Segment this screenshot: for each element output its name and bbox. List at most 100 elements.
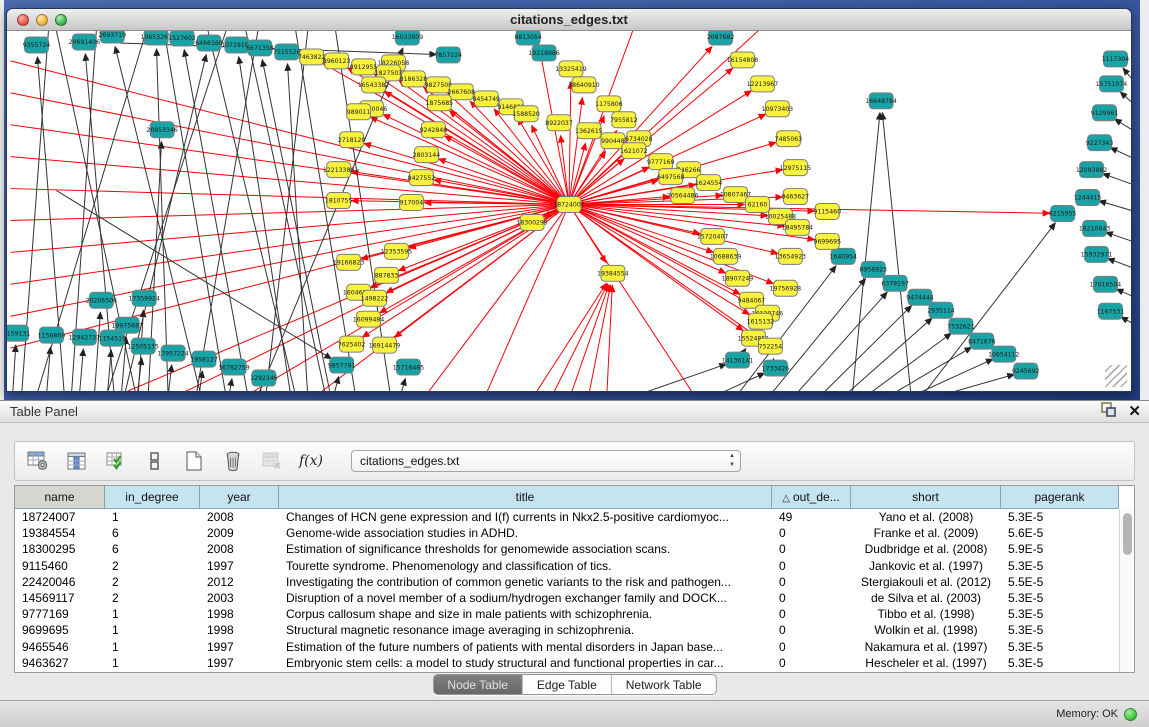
graph-node-teal[interactable]: 1154519 (99, 330, 127, 346)
graph-node-yellow[interactable]: 16914479 (369, 337, 400, 353)
graph-node-teal[interactable]: 10654112 (988, 346, 1019, 362)
graph-node-yellow[interactable]: 12353595 (381, 243, 412, 259)
graph-node-teal[interactable]: 1640954 (829, 248, 857, 264)
graph-node-teal[interactable]: 17359924 (128, 290, 159, 306)
graph-node-yellow[interactable]: 18300295 (516, 214, 547, 230)
column-header-pagerank[interactable]: pagerank (1001, 486, 1119, 509)
graph-node-yellow[interactable]: 8427552 (408, 170, 436, 186)
graph-node-yellow[interactable]: 16543382 (358, 77, 389, 93)
graph-node-yellow[interactable]: 15720407 (697, 228, 728, 244)
graph-node-yellow[interactable]: 12975115 (780, 160, 811, 176)
graph-node-yellow[interactable]: 7625402 (338, 336, 366, 352)
memory-ok-indicator[interactable] (1124, 708, 1137, 721)
graph-node-yellow[interactable]: 18640910 (568, 77, 599, 93)
graph-node-yellow[interactable]: 12213967 (747, 76, 778, 92)
graph-node-teal[interactable]: 15716485 (393, 359, 424, 375)
graph-node-yellow[interactable]: 18907249 (722, 270, 753, 286)
table-scrollbar[interactable] (1119, 509, 1134, 672)
graph-node-teal[interactable]: 2935114 (927, 302, 955, 318)
graph-node-yellow[interactable]: 9115460 (814, 204, 842, 220)
graph-node-teal[interactable]: 1292346 (250, 370, 278, 386)
table-row[interactable]: 969969511998Structural magnetic resonanc… (15, 622, 1119, 638)
show-column-icon[interactable] (64, 448, 90, 474)
table-scrollbar-thumb[interactable] (1123, 513, 1132, 555)
float-panel-icon[interactable] (1101, 402, 1116, 422)
graph-node-yellow[interactable]: 16154808 (727, 52, 758, 68)
window-titlebar[interactable]: citations_edges.txt (7, 9, 1131, 31)
graph-node-yellow[interactable]: 8186328 (400, 71, 428, 87)
graph-node-yellow[interactable]: 9463627 (782, 189, 810, 205)
table-row[interactable]: 1938455462009Genome-wide association stu… (15, 525, 1119, 541)
graph-node-teal[interactable]: 1958127 (190, 351, 218, 367)
graph-node-teal[interactable]: 20206506 (86, 292, 117, 308)
column-header-short[interactable]: short (851, 486, 1001, 509)
graph-node-yellow[interactable]: 7485063 (775, 131, 803, 147)
graph-node-yellow[interactable]: 9777169 (647, 154, 675, 170)
graph-node-yellow[interactable]: 13325419 (555, 61, 586, 77)
graph-node-teal[interactable]: 20853346 (146, 122, 177, 138)
graph-node-teal[interactable]: 16782759 (218, 359, 249, 375)
graph-node-teal[interactable]: 9159131 (7, 325, 30, 341)
graph-node-teal[interactable]: 16648784 (865, 93, 896, 109)
delete-table-icon[interactable] (259, 448, 285, 474)
graph-node-yellow[interactable]: 10688639 (710, 248, 741, 264)
graph-node-teal[interactable]: 1156869 (38, 327, 66, 343)
graph-node-yellow[interactable]: 16099484 (353, 311, 384, 327)
function-builder-icon[interactable]: f(x) (298, 448, 324, 474)
graph-node-teal[interactable]: 7515526 (273, 44, 301, 60)
graph-node-teal[interactable]: 15932971 (1081, 246, 1112, 262)
graph-node-teal[interactable]: 2693719 (99, 31, 127, 43)
graph-node-teal[interactable]: 9227343 (1086, 135, 1114, 151)
graph-node-teal[interactable]: 12505135 (127, 338, 158, 354)
graph-node-teal[interactable]: 12093882 (1076, 162, 1107, 178)
graph-node-teal[interactable]: 9245692 (1012, 363, 1040, 379)
table-row[interactable]: 2242004622012Investigating the contribut… (15, 574, 1119, 590)
graph-node-teal[interactable]: 17957224 (157, 345, 188, 361)
graph-node-teal[interactable]: 9355724 (23, 37, 51, 53)
graph-node-yellow[interactable]: 7463822 (298, 49, 326, 65)
graph-node-yellow[interactable]: 20564486 (667, 188, 698, 204)
graph-node-yellow[interactable]: 19756928 (770, 280, 801, 296)
tab-network-table[interactable]: Network Table (611, 675, 716, 694)
graph-node-teal[interactable]: 1117304 (1102, 51, 1130, 67)
tab-node-table[interactable]: Node Table (433, 675, 522, 694)
graph-node-yellow[interactable]: 1624554 (695, 175, 723, 191)
graph-node-teal[interactable]: 8471676 (968, 333, 996, 349)
graph-node-teal[interactable]: 1244415 (1074, 190, 1102, 206)
column-header-in-degree[interactable]: in_degree (105, 486, 200, 509)
table-row[interactable]: 977716911998Corpus callosum shape and si… (15, 606, 1119, 622)
zoom-window-button[interactable] (55, 14, 67, 26)
graph-node-yellow[interactable]: 917004 (399, 195, 423, 211)
table-selector-dropdown[interactable]: citations_edges.txt ▲▼ (351, 450, 741, 472)
graph-node-yellow[interactable]: 1615132 (747, 313, 775, 329)
graph-node-teal[interactable]: 7532621 (947, 318, 975, 334)
graph-node-teal[interactable]: 16210643 (1079, 220, 1110, 236)
delete-attribute-icon[interactable] (220, 448, 246, 474)
graph-node-teal[interactable]: 6379197 (881, 275, 909, 291)
graph-node-teal[interactable]: 14136141 (722, 352, 753, 368)
graph-node-teal[interactable]: 6466160 (195, 35, 223, 51)
graph-node-teal[interactable]: 15751074 (1096, 76, 1127, 92)
graph-node-yellow[interactable]: 8454749 (472, 91, 500, 107)
graph-node-teal[interactable]: 8958923 (859, 261, 887, 277)
graph-node-yellow[interactable]: 8922037 (545, 115, 573, 131)
graph-node-yellow[interactable]: 7955812 (610, 112, 638, 128)
graph-node-yellow[interactable]: 2803144 (413, 147, 441, 163)
network-window[interactable]: citations_edges.txt 18724007935572420691… (6, 8, 1132, 392)
graph-node-teal[interactable]: 6671358 (246, 40, 274, 56)
graph-node-teal[interactable]: 1527602 (168, 31, 196, 46)
graph-node-yellow[interactable]: 887833 (375, 267, 399, 283)
graph-node-yellow[interactable]: 62160 (746, 197, 770, 213)
graph-node-yellow[interactable]: 8960123 (323, 53, 351, 69)
graph-node-teal[interactable]: 1733426 (762, 360, 790, 376)
tab-edge-table[interactable]: Edge Table (522, 675, 611, 694)
graph-node-yellow[interactable]: 19166823 (333, 254, 364, 270)
graph-node-yellow[interactable]: 9242848 (420, 122, 448, 138)
graph-node-yellow[interactable]: 2667608 (448, 84, 476, 100)
table-row[interactable]: 946362711997Embryonic stem cells: a mode… (15, 655, 1119, 671)
close-panel-icon[interactable]: ✕ (1128, 405, 1141, 419)
graph-node-yellow[interactable]: 9699695 (814, 233, 842, 249)
row-height-icon[interactable] (142, 448, 168, 474)
graph-node-yellow[interactable]: 10973403 (762, 101, 793, 117)
graph-node-yellow[interactable]: 1810755 (325, 193, 353, 209)
